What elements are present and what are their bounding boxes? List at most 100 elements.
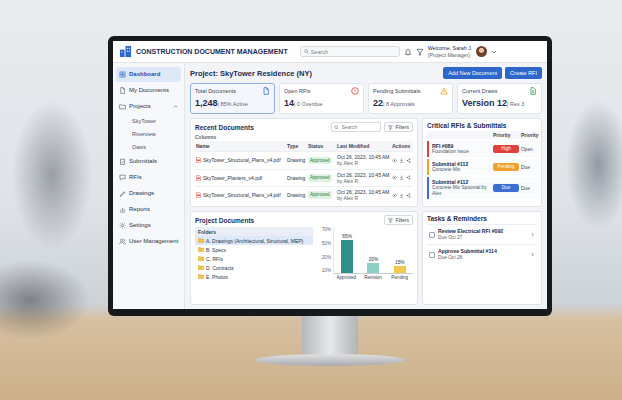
office-photo: CONSTRUCTION DOCUMENT MANAGEMENTSearchWe… [0,0,622,400]
stat-card[interactable]: Current DrawsVersion 12| Rev 3 [457,83,542,114]
users-icon [119,238,126,245]
priority-badge: Pending [493,163,519,171]
folder-item[interactable]: D. Contracts [195,263,313,272]
sidebar-item[interactable]: RFIs [116,170,181,185]
search-field[interactable]: Search [300,46,400,57]
folder-item[interactable]: E. Photos [195,272,313,281]
share-icon[interactable] [406,175,411,180]
download-icon[interactable] [399,158,404,163]
panel-title: Tasks & Reminders [427,215,537,222]
critical-item[interactable]: RFI #089Foundation IssueHighOpen [427,141,537,157]
action-button[interactable]: Add New Document [443,67,502,79]
panel-title: Recent Documents [195,124,328,131]
folder-item[interactable]: B. Specs [195,245,313,254]
sidebar-item[interactable]: Settings [116,218,181,233]
folder-icon [198,256,204,261]
task-checkbox[interactable] [429,252,435,258]
stat-label: Total Documents [195,88,236,94]
pdf-file-icon [196,157,201,163]
sidebar-item[interactable]: My Documents [116,83,181,98]
modified-cell: Oct 26, 2023, 10:45 AMby Alex R [337,172,391,184]
chevron-right-icon[interactable] [530,252,535,257]
stat-card[interactable]: Pending Submittals22| 8 Approvals [368,83,453,114]
task-item[interactable]: Review Electrical RFI #092Due Oct 27 [427,224,537,244]
table-row[interactable]: SkyTower_Structural_Plans_v4.pdfDrawingA… [195,186,413,203]
monitor-stand [302,316,358,354]
monitor-base [255,354,405,366]
modified-cell: Oct 26, 2023, 10:45 AMby Alex R [337,189,391,201]
action-button[interactable]: Create RFI [505,67,542,79]
bar-value: 15% [395,260,405,265]
bar[interactable] [367,263,379,273]
search-field[interactable]: Search [331,122,381,132]
folder-item[interactable]: A. Drawings (Architectural, Structural, … [195,236,313,245]
sidebar-subitem[interactable]: SkyTower [116,115,181,127]
sidebar-subitem[interactable]: Riverview [116,128,181,140]
filters-button[interactable]: Filters [384,122,413,132]
eye-icon[interactable] [392,175,397,180]
critical-panel: Critical RFIs & Submittals PriorityPriori… [422,118,542,207]
table-row[interactable]: SkyTower_Planters_v4.pdfDrawingApprovedO… [195,169,413,186]
sidebar-item[interactable]: Submittals [116,154,181,169]
y-axis: 70%50%20%10% [317,227,331,273]
stat-label: Open RFIs [284,88,311,94]
filter-icon[interactable] [416,48,424,56]
chevron-down-icon[interactable] [491,49,497,55]
critical-header: PriorityPriority [427,131,537,139]
chevron-icon[interactable] [173,104,178,109]
filters-button[interactable]: Filters [384,215,413,225]
project-title: Project: SkyTower Residence (NY) [190,69,312,78]
bell-icon[interactable] [404,48,412,56]
folder-icon [198,265,204,270]
search-placeholder: Search [311,49,328,55]
table-row[interactable]: SkyTower_Structural_Plans_v4.pdfDrawingA… [195,151,413,168]
modified-cell: Oct 26, 2023, 10:45 AMby Alex R [337,154,391,166]
stat-card[interactable]: Open RFIs14| 0 Overdue [279,83,364,114]
critical-item[interactable]: Submittal #112Concrete MixPendingDue [427,159,537,175]
column-header[interactable]: Last Modified [337,143,391,149]
sidebar-item[interactable]: Dashboard [116,67,181,82]
y-tick: 20% [322,255,331,260]
column-header[interactable]: Status [308,143,336,149]
critical-item[interactable]: Submittal #112Concrete Mix Spoonial by A… [427,177,537,199]
type-cell: Drawing [287,192,307,198]
bar[interactable] [394,266,406,274]
column-header[interactable]: Actions [392,143,412,149]
download-icon[interactable] [399,175,404,180]
folders-header: Folders [195,227,313,236]
share-icon[interactable] [406,193,411,198]
eye-icon[interactable] [392,193,397,198]
column-header: Priority [521,132,535,138]
chevron-right-icon[interactable] [530,232,535,237]
task-item[interactable]: Approve Submittal #114Due Oct 28 [427,244,537,264]
sidebar-subitem[interactable]: Oasis [116,141,181,153]
chat-icon [119,174,126,181]
download-icon[interactable] [399,193,404,198]
app-title: CONSTRUCTION DOCUMENT MANAGEMENT [136,48,288,55]
sidebar-item[interactable]: Reports [116,202,181,217]
document-icon [262,87,270,95]
bar-label: Revision [360,275,387,282]
filter-icon [388,218,393,223]
column-header[interactable]: Type [287,143,307,149]
state-text: Due [521,165,535,170]
eye-icon[interactable] [392,158,397,163]
avatar-icon[interactable] [476,46,487,57]
task-checkbox[interactable] [429,232,435,238]
state-text: Open [521,147,535,152]
y-tick: 10% [322,268,331,273]
state-text: Due [521,186,535,191]
sidebar-item[interactable]: User Management [116,234,181,249]
stat-value: Version 12| Rev 3 [462,95,537,110]
sidebar-item[interactable]: Projects [116,99,181,114]
share-icon[interactable] [406,158,411,163]
type-cell: Drawing [287,157,307,163]
stat-card[interactable]: Total Documents1,248| 85% Active [190,83,275,114]
folder-item[interactable]: C. RFIs [195,254,313,263]
columns-label: Columns [195,134,413,140]
bar[interactable] [341,240,353,273]
panel-title: Critical RFIs & Submittals [427,122,537,129]
sidebar-item[interactable]: Drawings [116,186,181,201]
column-header[interactable]: Name [196,143,286,149]
top-bar: CONSTRUCTION DOCUMENT MANAGEMENTSearchWe… [113,41,547,63]
